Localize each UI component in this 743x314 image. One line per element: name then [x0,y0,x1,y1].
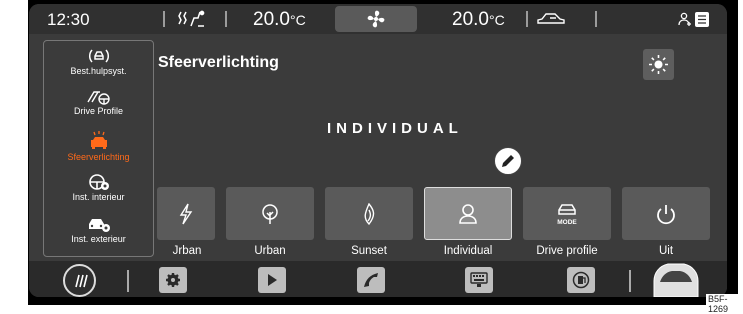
home-button[interactable] [63,264,96,297]
status-divider [526,11,528,27]
sidebar-item-label: Drive Profile [73,106,123,116]
fan-button[interactable] [335,6,417,32]
temp-left[interactable]: 20.0°C [253,9,306,31]
sun-icon [648,54,669,80]
seat-heating-icon[interactable] [175,10,209,33]
status-divider [163,11,165,27]
car-icon[interactable] [650,262,702,297]
settings-button[interactable] [159,267,187,293]
dock-divider [127,270,129,292]
brightness-button[interactable] [643,49,674,80]
mode-badge: MODE [557,219,577,226]
ambient-light-icon [44,131,153,151]
sidebar-item-label: Sfeerverlichting [67,152,130,162]
clock: 12:30 [47,10,90,29]
sidebar-item-label: Best.hulpsyst. [70,66,127,76]
infotainment-screen: 12:30 20.0°C 20.0°C Best.hulpsyst. Drive… [29,4,727,297]
pencil-icon [500,153,516,174]
temp-right[interactable]: 20.0°C [452,9,505,31]
sidebar-item-ambient-light[interactable]: Sfeerverlichting [44,129,153,169]
mode-tile-sunset[interactable] [325,187,413,240]
mode-tile-jrban[interactable] [157,187,215,240]
list-icon[interactable] [695,12,709,32]
phone-button[interactable] [357,267,385,293]
assist-car-icon [44,47,153,65]
interior-settings-icon [44,173,153,191]
settings-sidebar: Best.hulpsyst. Drive Profile Sfeerverlic… [43,40,154,257]
mode-tile-individual[interactable] [424,187,512,240]
mode-label: Drive profile [536,245,598,257]
mode-label: Urban [254,245,286,257]
page-title: Sfeerverlichting [158,54,279,71]
figure-code: B5F-1269 [706,294,743,314]
mode-tile-urban[interactable] [226,187,314,240]
fan-icon [366,9,386,34]
status-bar: 12:30 20.0°C 20.0°C [29,4,727,34]
sidebar-item-drive-profile[interactable]: Drive Profile [44,87,153,127]
car-air-icon[interactable] [536,12,566,31]
mode-tile-off[interactable] [622,187,710,240]
media-button[interactable] [258,267,286,293]
fuel-button[interactable] [567,267,595,293]
dock-divider [629,270,631,292]
page-indicator [606,293,620,297]
menu-icon [71,273,89,294]
sidebar-item-assist[interactable]: Best.hulpsyst. [44,45,153,85]
drive-profile-icon [44,89,153,105]
sidebar-item-interior[interactable]: Inst. interieur [44,171,153,211]
status-divider [225,11,227,27]
mode-label: Uit [658,245,674,257]
selected-mode-label: INDIVIDUAL [327,120,463,137]
mode-label: Sunset [351,245,387,257]
person-icon[interactable] [678,12,692,32]
edit-button[interactable] [494,147,522,175]
status-divider [595,11,597,27]
sidebar-item-label: Inst. interieur [72,192,125,202]
mode-tile-drive-profile[interactable]: MODE [523,187,611,240]
exterior-settings-icon [44,215,153,233]
apps-button[interactable] [465,267,493,293]
mode-label: Individual [443,245,493,257]
sidebar-item-label: Inst. exterieur [71,234,126,244]
